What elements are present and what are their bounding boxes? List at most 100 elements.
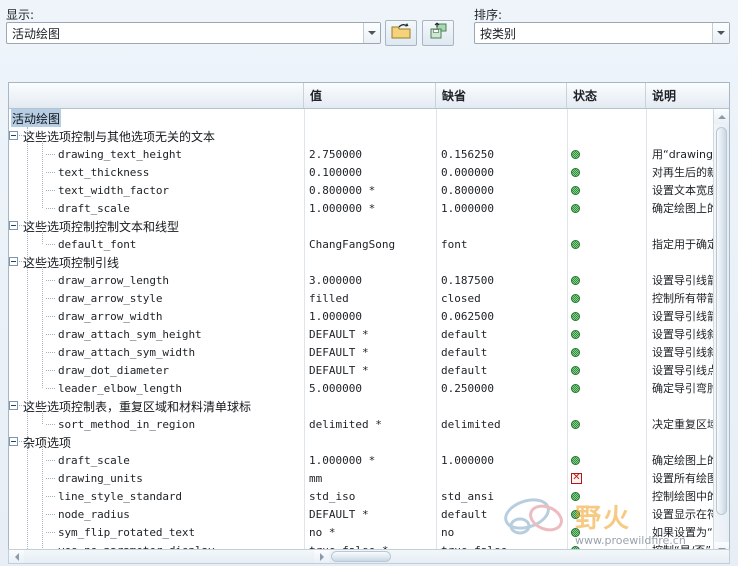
status-cell xyxy=(571,361,580,379)
table-row[interactable]: leader_elbow_length 5.000000 0.250000 确定导引弯… xyxy=(9,379,715,397)
column-header-status[interactable]: 状态 xyxy=(567,83,646,108)
status-ok-icon xyxy=(571,239,580,249)
tree-connector xyxy=(19,441,24,442)
option-value: DEFAULT * xyxy=(309,345,369,359)
chevron-down-icon[interactable] xyxy=(363,23,380,43)
table-row[interactable]: draft_scale 1.000000 * 1.000000 确定绘图上的 xyxy=(9,451,715,469)
display-scope-dropdown[interactable]: 活动绘图 xyxy=(6,22,381,44)
table-row[interactable]: draw_attach_sym_width DEFAULT * default 设置导… xyxy=(9,343,715,361)
option-default: delimited xyxy=(441,417,501,431)
option-value: 3.000000 xyxy=(309,273,362,287)
sort-mode-dropdown[interactable]: 按类别 xyxy=(474,22,730,44)
table-row[interactable]: draw_dot_diameter DEFAULT * default 设置导引线点 xyxy=(9,361,715,379)
option-value: DEFAULT * xyxy=(309,363,369,377)
table-row[interactable]: sort_method_in_region delimited * delimite… xyxy=(9,415,715,433)
scroll-left-arrow-icon[interactable] xyxy=(9,550,24,563)
table-row[interactable]: draw_attach_sym_height DEFAULT * default 设置… xyxy=(9,325,715,343)
tree-connector xyxy=(46,532,55,533)
table-group-row[interactable]: 活动绘图 xyxy=(9,109,715,127)
option-value: 5.000000 xyxy=(309,381,362,395)
column-header-value[interactable]: 值 xyxy=(304,83,436,108)
save-disk-icon xyxy=(428,22,448,45)
option-description: 设置导引线箭 xyxy=(652,310,714,323)
table-row[interactable]: text_thickness 0.100000 0.000000 对再生后的新 xyxy=(9,163,715,181)
option-value: DEFAULT * xyxy=(309,507,369,521)
table-group-row[interactable]: 杂项选项 xyxy=(9,433,715,550)
option-description: 控制绘图中的 xyxy=(652,490,714,503)
status-ok-icon xyxy=(571,329,580,339)
table-group-row[interactable]: 这些选项控制与其他选项无关的文本 xyxy=(9,127,715,208)
table-group-row[interactable]: 这些选项控制引线 xyxy=(9,253,715,388)
table-row[interactable]: default_font ChangFangSong font 指定用于确定 xyxy=(9,235,715,253)
chevron-down-icon[interactable] xyxy=(712,23,729,43)
vertical-scrollbar[interactable] xyxy=(713,109,729,555)
collapse-toggle-icon[interactable] xyxy=(9,257,18,266)
scroll-up-arrow-icon[interactable] xyxy=(714,109,729,124)
option-name: sym_flip_rotated_text xyxy=(46,523,195,541)
display-scope-value: 活动绘图 xyxy=(12,26,61,41)
table-row[interactable]: drawing_units mm ✕ 设置所有绘图 xyxy=(9,469,715,487)
status-cell xyxy=(571,307,580,325)
option-default: 1.000000 xyxy=(441,453,494,467)
column-header-name[interactable] xyxy=(9,83,304,108)
status-ok-icon xyxy=(571,149,580,159)
option-name: sort_method_in_region xyxy=(46,415,195,433)
tree-connector xyxy=(46,208,55,209)
horizontal-scrollbar-thumb[interactable] xyxy=(331,551,391,562)
horizontal-scrollbar[interactable] xyxy=(8,549,730,564)
collapse-toggle-icon[interactable] xyxy=(9,437,18,446)
status-cell xyxy=(571,145,580,163)
option-description: 设置导引线点 xyxy=(652,364,714,377)
option-default: default xyxy=(441,363,488,377)
status-ok-icon xyxy=(571,167,580,177)
scroll-right-arrow-icon[interactable] xyxy=(314,550,329,563)
status-ok-icon xyxy=(571,383,580,393)
open-config-button[interactable] xyxy=(385,20,417,46)
option-default: 0.062500 xyxy=(441,309,494,323)
option-name: 这些选项控制与其他选项无关的文本 xyxy=(9,127,215,208)
table-group-row[interactable]: 这些选项控制控制文本和线型 xyxy=(9,217,715,244)
tree-connector xyxy=(46,352,55,353)
option-default: 0.156250 xyxy=(441,147,494,161)
vertical-scrollbar-thumb[interactable] xyxy=(716,127,727,515)
status-cell xyxy=(571,181,580,199)
tree-connector xyxy=(46,478,55,479)
table-group-row[interactable]: 这些选项控制表，重复区域和材料清单球标 xyxy=(9,397,715,424)
status-cell xyxy=(571,451,580,469)
option-description: 设置显示在符 xyxy=(652,508,714,521)
status-cell xyxy=(571,271,580,289)
column-header-description[interactable]: 说明 xyxy=(646,83,715,108)
tree-connector xyxy=(19,135,24,136)
option-description: 对再生后的新 xyxy=(652,166,714,179)
option-description: 设置导引线斜 xyxy=(652,346,714,359)
collapse-toggle-icon[interactable] xyxy=(9,401,18,410)
table-row[interactable]: draw_arrow_length 3.000000 0.187500 设置导引线箭 xyxy=(9,271,715,289)
status-cell xyxy=(571,235,580,253)
status-cell xyxy=(571,325,580,343)
table-row[interactable]: drawing_text_height 2.750000 0.156250 用“dra… xyxy=(9,145,715,163)
collapse-toggle-icon[interactable] xyxy=(9,221,18,230)
option-name: node_radius xyxy=(46,505,130,523)
option-default: 0.800000 xyxy=(441,183,494,197)
table-row[interactable]: text_width_factor 0.800000 * 0.800000 设置文本宽… xyxy=(9,181,715,199)
watermark-title: 野火 xyxy=(575,504,632,534)
table-body[interactable]: 活动绘图 这些选项控制与其他选项无关的文本 drawing_text_height 2… xyxy=(9,109,729,555)
status-ok-icon xyxy=(571,311,580,321)
option-name: default_font xyxy=(46,235,136,253)
column-header-default[interactable]: 缺省 xyxy=(436,83,567,108)
table-row[interactable]: draw_arrow_style filled closed 控制所有带箭 xyxy=(9,289,715,307)
option-default: default xyxy=(441,345,488,359)
option-description: 设置所有绘图 xyxy=(652,472,714,485)
tree-connector xyxy=(46,370,55,371)
option-value: 0.800000 * xyxy=(309,183,376,197)
status-ok-icon xyxy=(571,419,580,429)
tree-connector xyxy=(46,244,55,245)
table-row[interactable]: draft_scale 1.000000 * 1.000000 确定绘图上的 xyxy=(9,199,715,217)
option-value: no * xyxy=(309,525,336,539)
save-config-button[interactable] xyxy=(422,20,454,46)
tree-connector xyxy=(46,496,55,497)
option-value: 1.000000 * xyxy=(309,453,376,467)
option-description: 设置导引线斜 xyxy=(652,328,714,341)
table-row[interactable]: draw_arrow_width 1.000000 0.062500 设置导引线箭 xyxy=(9,307,715,325)
collapse-toggle-icon[interactable] xyxy=(9,131,18,140)
